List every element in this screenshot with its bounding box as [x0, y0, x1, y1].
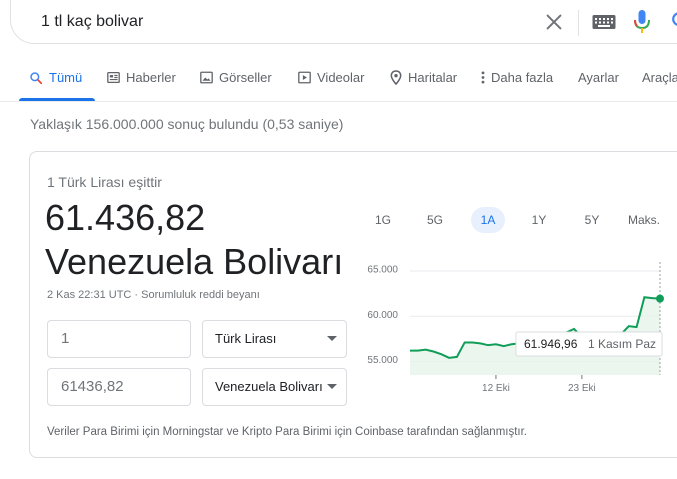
search-icon — [30, 71, 43, 84]
tab-news[interactable]: Haberler — [107, 70, 176, 85]
target-currency-name: Venezuela Bolivarı — [45, 241, 344, 282]
tab-label: Videolar — [317, 70, 365, 85]
y-tick-label: 60.000 — [367, 310, 398, 321]
tab-settings[interactable]: Ayarlar — [578, 70, 619, 85]
y-tick-label: 65.000 — [367, 265, 398, 276]
x-tick-label: 12 Eki — [482, 383, 510, 392]
tab-label: Tümü — [49, 70, 83, 85]
hover-point — [656, 294, 664, 303]
data-source-note: Veriler Para Birimi için Morningstar ve … — [47, 426, 527, 438]
search-input[interactable]: 1 tl kaç bolivar — [41, 13, 143, 31]
tab-label: Daha fazla — [491, 70, 554, 85]
tab-all[interactable]: Tümü — [29, 70, 82, 85]
tab-label: Ayarlar — [578, 70, 619, 85]
range-max-button[interactable]: Maks. — [623, 207, 665, 233]
timestamp-disclaimer[interactable]: 2 Kas 22:31 UTC · Sorumluluk reddi beyan… — [47, 289, 260, 301]
dropdown-arrow-icon — [327, 336, 337, 341]
dropdown-arrow-icon — [327, 384, 337, 389]
range-1d-button[interactable]: 1G — [368, 207, 398, 233]
x-tick-label: 23 Eki — [568, 383, 596, 392]
tooltip-value: 61.946,96 — [524, 337, 578, 351]
currency-converter-card: 1 Türk Lirası eşittir 61.436,82 Venezuel… — [29, 151, 677, 458]
tab-tools[interactable]: Araçlar — [642, 70, 677, 85]
microphone-icon[interactable] — [632, 8, 652, 36]
tab-label: Haritalar — [408, 70, 458, 85]
converted-amount: 61.436,82 — [45, 197, 206, 238]
to-amount-input[interactable]: 61436,82 — [47, 368, 191, 406]
range-5d-button[interactable]: 5G — [420, 207, 450, 233]
range-1m-button[interactable]: 1A — [471, 207, 505, 233]
range-1y-button[interactable]: 1Y — [524, 207, 554, 233]
tab-label: Araçlar — [642, 70, 677, 85]
tab-more[interactable]: Daha fazla — [481, 70, 553, 85]
tooltip-date: 1 Kasım Paz — [588, 337, 656, 351]
exchange-rate-chart[interactable]: 65.000 60.000 55.000 12 Eki 23 Eki 61.946,96 1… — [360, 252, 677, 392]
to-currency-label: Venezuela Bolivarı — [215, 379, 323, 394]
result-stats: Yaklaşık 156.000.000 sonuç bulundu (0,53… — [30, 116, 344, 132]
tab-images[interactable]: Görseller — [200, 70, 272, 85]
divider — [578, 10, 579, 36]
image-icon — [200, 71, 213, 84]
search-icon[interactable] — [670, 10, 677, 32]
tab-maps[interactable]: Haritalar — [390, 70, 457, 85]
tab-label: Görseller — [219, 70, 272, 85]
search-tabs: Tümü Haberler Görseller Videolar Harital… — [0, 62, 677, 102]
news-icon — [107, 71, 120, 84]
y-tick-label: 55.000 — [367, 355, 398, 366]
tab-label: Haberler — [126, 70, 176, 85]
from-amount-input[interactable]: 1 — [47, 320, 191, 358]
active-tab-indicator — [19, 98, 95, 101]
close-icon[interactable] — [543, 11, 565, 33]
keyboard-icon[interactable] — [592, 14, 616, 30]
range-5y-button[interactable]: 5Y — [577, 207, 607, 233]
from-currency-select[interactable]: Türk Lirası — [202, 320, 347, 358]
to-currency-select[interactable]: Venezuela Bolivarı — [202, 368, 347, 406]
equals-label: 1 Türk Lirası eşittir — [47, 174, 162, 190]
more-vert-icon — [481, 71, 485, 84]
from-currency-label: Türk Lirası — [215, 331, 277, 346]
video-icon — [298, 71, 311, 84]
search-bar[interactable]: 1 tl kaç bolivar — [10, 0, 677, 44]
tab-videos[interactable]: Videolar — [298, 70, 364, 85]
map-pin-icon — [390, 70, 402, 85]
